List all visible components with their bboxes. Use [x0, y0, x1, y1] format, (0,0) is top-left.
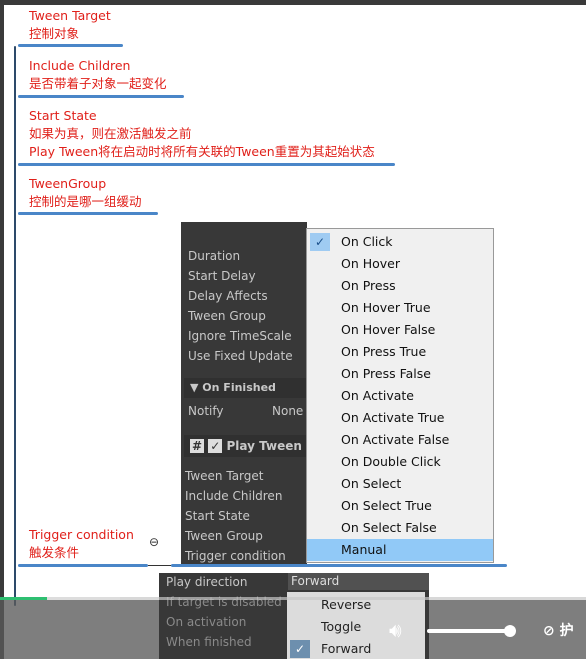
trigger-option[interactable]: On Press — [307, 275, 493, 297]
prop-label: Ignore TimeScale — [188, 329, 292, 343]
prop-label: Delay Affects — [188, 289, 268, 303]
option-label: On Select True — [341, 498, 432, 513]
option-label: On Hover — [341, 256, 401, 271]
mindmap-branch — [171, 564, 507, 567]
video-progress-fill — [0, 597, 47, 600]
note-desc: 是否带着子对象一起变化 — [29, 76, 167, 91]
foldout-label: On Finished — [202, 381, 276, 394]
notify-label: Notify — [188, 404, 224, 418]
trigger-option[interactable]: Manual — [307, 539, 493, 561]
option-label: On Select — [341, 476, 402, 491]
note-trigger-condition: Trigger condition 触发条件 — [29, 526, 134, 562]
script-icon: # — [190, 439, 205, 453]
option-label: On Activate False — [341, 432, 450, 447]
note-start-state: Start State 如果为真，则在激活触发之前 Play Tween将在启动时将… — [29, 107, 375, 161]
trigger-option[interactable]: On Hover True — [307, 297, 493, 319]
volume-slider[interactable] — [427, 629, 511, 633]
note-desc: 如果为真，则在激活触发之前 — [29, 126, 192, 141]
note-desc: 控制的是哪一组缓动 — [29, 194, 142, 209]
window-frame-top — [0, 0, 586, 5]
option-label: Manual — [341, 542, 387, 557]
eye-protection-button[interactable]: ⊘ 护 — [543, 620, 574, 640]
play-direction-label: Play direction — [166, 575, 248, 589]
component-title: Play Tween — [226, 439, 302, 453]
trigger-option[interactable]: On Activate — [307, 385, 493, 407]
trigger-option[interactable]: On Activate True — [307, 407, 493, 429]
note-include-children: Include Children 是否带着子对象一起变化 — [29, 57, 167, 93]
prop-label: Tween Group — [185, 529, 263, 543]
prop-label: When finished — [166, 635, 252, 649]
option-label: On Activate True — [341, 410, 445, 425]
option-forward[interactable]: ✓ Forward — [287, 638, 425, 660]
trigger-option[interactable]: On Press True — [307, 341, 493, 363]
note-title: Start State — [29, 108, 97, 123]
mindmap-branch — [18, 212, 158, 215]
option-label: Forward — [321, 641, 372, 656]
note-tween-target: Tween Target 控制对象 — [29, 7, 111, 43]
option-label: On Double Click — [341, 454, 441, 469]
eye-off-icon: ⊘ — [543, 623, 555, 639]
option-label: On Hover True — [341, 300, 431, 315]
play-direction-select[interactable]: Forward — [288, 573, 429, 590]
trigger-option[interactable]: On Select — [307, 473, 493, 495]
play-direction-dropdown: Reverse Toggle ✓ Forward — [287, 592, 425, 659]
trigger-option[interactable]: On Activate False — [307, 429, 493, 451]
mindmap-branch — [18, 163, 395, 166]
prop-label: Duration — [188, 249, 241, 263]
note-desc: Play Tween将在启动时将所有关联的Tween重置为其起始状态 — [29, 144, 375, 159]
prop-label: Tween Group — [188, 309, 266, 323]
note-title: Trigger condition — [29, 527, 134, 542]
option-label: On Activate — [341, 388, 414, 403]
collapse-icon[interactable]: ⊖ — [149, 535, 159, 549]
play-tween-header: # ✓ Play Tween — [184, 435, 307, 457]
mindmap-branch — [148, 565, 172, 566]
prop-label: Start State — [185, 509, 250, 523]
mindmap-branch — [18, 564, 148, 567]
trigger-option[interactable]: ✓ On Click — [307, 231, 493, 253]
note-title: Include Children — [29, 58, 131, 73]
unity-inspector: Duration Start Delay Delay Affects Tween… — [181, 222, 307, 564]
option-label: On Hover False — [341, 322, 436, 337]
note-desc: 触发条件 — [29, 545, 80, 560]
trigger-condition-dropdown: ✓ On Click On Hover On Press On Hover True On… — [306, 228, 494, 563]
notify-field[interactable]: None — [272, 404, 303, 418]
trigger-option[interactable]: On Select False — [307, 517, 493, 539]
prop-label: Trigger condition — [185, 549, 286, 563]
option-label: On Press False — [341, 366, 431, 381]
enable-checkbox[interactable]: ✓ — [208, 439, 223, 453]
note-tween-group: TweenGroup 控制的是哪一组缓动 — [29, 175, 142, 211]
option-label: On Select False — [341, 520, 437, 535]
on-finished-foldout[interactable]: ▼ On Finished — [184, 378, 307, 398]
volume-knob[interactable] — [504, 625, 516, 637]
note-desc: 控制对象 — [29, 26, 80, 41]
window-frame-left — [0, 0, 4, 659]
option-toggle[interactable]: Toggle — [287, 616, 425, 638]
option-label: On Press True — [341, 344, 427, 359]
eye-protection-label: 护 — [559, 623, 574, 639]
prop-label: Start Delay — [188, 269, 256, 283]
trigger-option[interactable]: On Press False — [307, 363, 493, 385]
trigger-option[interactable]: On Hover False — [307, 319, 493, 341]
trigger-option[interactable]: On Double Click — [307, 451, 493, 473]
prop-label: Use Fixed Update — [188, 349, 293, 363]
mindmap-branch — [18, 95, 184, 98]
trigger-option[interactable]: On Select True — [307, 495, 493, 517]
option-label: On Press — [341, 278, 396, 293]
mindmap-connector — [14, 46, 16, 606]
option-label: On Click — [341, 234, 393, 249]
volume-icon[interactable]: 🔊︎ — [389, 618, 402, 642]
note-title: TweenGroup — [29, 176, 107, 191]
prop-label: Tween Target — [185, 469, 264, 483]
mindmap-branch — [18, 44, 123, 47]
trigger-option[interactable]: On Hover — [307, 253, 493, 275]
check-icon: ✓ — [310, 233, 330, 251]
note-title: Tween Target — [29, 8, 111, 23]
prop-label: On activation — [166, 615, 247, 629]
check-icon: ✓ — [290, 640, 310, 658]
prop-label: Include Children — [185, 489, 283, 503]
